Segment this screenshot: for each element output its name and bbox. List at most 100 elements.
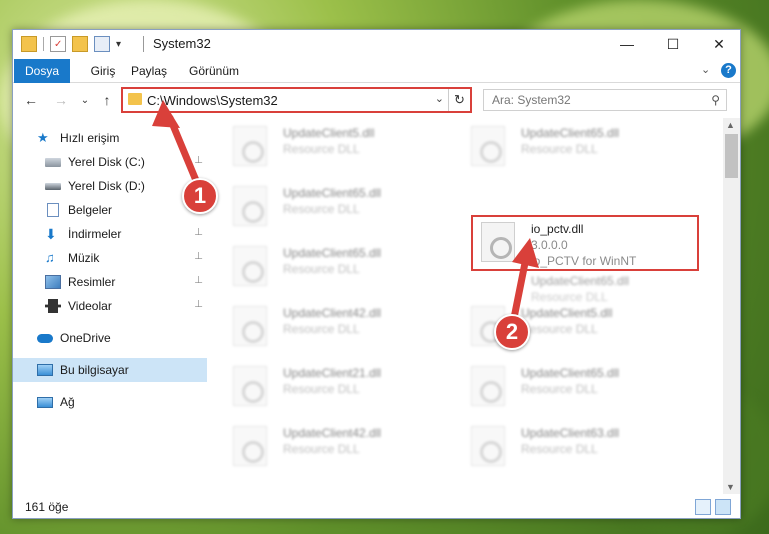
- forward-button[interactable]: →: [51, 90, 71, 110]
- file-item[interactable]: UpdateClient42.dll Resource DLL: [229, 420, 459, 470]
- file-name: UpdateClient42.dll: [283, 426, 382, 440]
- details-view-icon[interactable]: [695, 499, 711, 515]
- expand-ribbon-icon[interactable]: ⌄: [701, 63, 710, 76]
- separator: [43, 37, 44, 51]
- file-item[interactable]: UpdateClient65.dll Resource DLL: [467, 120, 697, 170]
- music-icon: ♫: [45, 250, 55, 265]
- ribbon-tabs: Dosya Giriş Paylaş Görünüm ⌄ ?: [13, 59, 740, 83]
- sidebar-item-label: Yerel Disk (C:): [68, 155, 145, 169]
- dll-file-icon: [471, 366, 505, 406]
- file-description: Resource DLL: [521, 382, 598, 396]
- cloud-icon: [37, 333, 53, 343]
- dll-file-icon: [233, 426, 267, 466]
- sidebar-item-local-disk-c[interactable]: Yerel Disk (C:) ⊥: [13, 150, 207, 174]
- file-description: Resource DLL: [283, 142, 360, 156]
- file-item[interactable]: UpdateClient63.dll Resource DLL: [467, 420, 697, 470]
- videos-icon: [45, 299, 61, 313]
- file-name: UpdateClient21.dll: [283, 366, 382, 380]
- sidebar-item-quick-access[interactable]: ★ Hızlı erişim: [13, 126, 207, 150]
- sidebar-item-label: Videolar: [68, 299, 112, 313]
- sidebar-item-label: İndirmeler: [68, 227, 122, 241]
- up-button[interactable]: ↑: [97, 90, 117, 110]
- file-description: Resource DLL: [283, 262, 360, 276]
- folder-icon: [21, 36, 37, 52]
- folder-icon: [128, 93, 142, 105]
- file-item[interactable]: UpdateClient21.dll Resource DLL: [229, 360, 459, 410]
- minimize-button[interactable]: —: [604, 30, 650, 58]
- tab-share[interactable]: Paylaş: [131, 59, 167, 83]
- sidebar-item-downloads[interactable]: ⬇ İndirmeler ⊥: [13, 222, 207, 246]
- tab-view[interactable]: Görünüm: [187, 59, 241, 83]
- sidebar-item-onedrive[interactable]: OneDrive: [13, 326, 207, 350]
- file-description: Resource DLL: [521, 442, 598, 456]
- properties-icon[interactable]: ✓: [50, 36, 66, 52]
- large-icons-view-icon[interactable]: [715, 499, 731, 515]
- file-item[interactable]: UpdateClient5.dll Resource DLL: [229, 120, 459, 170]
- tab-file[interactable]: Dosya: [14, 59, 70, 83]
- sidebar-item-videos[interactable]: Videolar ⊥: [13, 294, 207, 318]
- pin-icon[interactable]: ⊥: [194, 251, 203, 262]
- file-description: Resource DLL: [283, 202, 360, 216]
- dll-file-icon: [233, 126, 267, 166]
- sidebar-item-this-pc[interactable]: Bu bilgisayar: [13, 358, 207, 382]
- sidebar-item-local-disk-d[interactable]: Yerel Disk (D:): [13, 174, 207, 198]
- file-item[interactable]: UpdateClient65.dll Resource DLL: [229, 240, 459, 290]
- file-description: Resource DLL: [521, 142, 598, 156]
- file-name: UpdateClient65.dll: [521, 366, 620, 380]
- file-item[interactable]: UpdateClient42.dll Resource DLL: [229, 300, 459, 350]
- recent-locations-button[interactable]: ⌄: [75, 90, 95, 110]
- documents-icon: [47, 203, 59, 217]
- explorer-window: ✓ ▾ System32 — ☐ ✕ Dosya Giriş Paylaş Gö…: [12, 29, 741, 519]
- file-name: UpdateClient5.dll: [283, 126, 375, 140]
- title-separator: [143, 36, 144, 52]
- sidebar-item-label: OneDrive: [60, 331, 111, 345]
- file-name: UpdateClient65.dll: [283, 186, 382, 200]
- status-bar: 161 öğe: [13, 496, 740, 518]
- help-icon[interactable]: ?: [721, 63, 736, 78]
- search-input[interactable]: Ara: System32 ⚲: [483, 89, 727, 111]
- file-item[interactable]: UpdateClient65.dll Resource DLL: [467, 238, 697, 304]
- back-button[interactable]: ←: [21, 90, 41, 110]
- file-description: Resource DLL: [521, 322, 598, 336]
- view-options-icon[interactable]: [94, 36, 110, 52]
- file-description: Resource DLL: [283, 382, 360, 396]
- scroll-thumb[interactable]: [725, 134, 738, 178]
- step-marker-1: 1: [182, 178, 218, 214]
- sidebar-item-pictures[interactable]: Resimler ⊥: [13, 270, 207, 294]
- maximize-button[interactable]: ☐: [650, 30, 696, 58]
- tab-home[interactable]: Giriş: [85, 59, 121, 83]
- window-title: System32: [153, 36, 211, 51]
- quick-access-toolbar: ✓ ▾: [21, 34, 121, 54]
- computer-icon: [37, 364, 53, 376]
- sidebar-item-documents[interactable]: Belgeler ⊥: [13, 198, 207, 222]
- dll-file-icon: [471, 126, 505, 166]
- file-name: UpdateClient65.dll: [521, 126, 620, 140]
- scroll-down-icon[interactable]: ▼: [726, 482, 735, 492]
- search-icon[interactable]: ⚲: [711, 93, 720, 107]
- pin-icon[interactable]: ⊥: [194, 227, 203, 238]
- address-bar[interactable]: C:\Windows\System32 ⌄ ↻: [121, 87, 472, 113]
- pin-icon[interactable]: ⊥: [194, 299, 203, 310]
- sidebar-item-music[interactable]: ♫ Müzik ⊥: [13, 246, 207, 270]
- file-item[interactable]: UpdateClient65.dll Resource DLL: [229, 180, 459, 230]
- sidebar-item-network[interactable]: Ağ: [13, 390, 207, 414]
- vertical-scrollbar[interactable]: ▲ ▼: [723, 118, 740, 494]
- file-item[interactable]: UpdateClient65.dll Resource DLL: [467, 360, 697, 410]
- file-list: UpdateClient5.dll Resource DLL UpdateCli…: [221, 120, 723, 492]
- address-dropdown-icon[interactable]: ⌄: [435, 92, 444, 105]
- refresh-button[interactable]: ↻: [448, 89, 470, 111]
- close-button[interactable]: ✕: [696, 30, 742, 58]
- pin-icon[interactable]: ⊥: [194, 275, 203, 286]
- dll-file-icon: [233, 186, 267, 226]
- sidebar-item-label: Resimler: [68, 275, 116, 289]
- dll-file-icon: [233, 246, 267, 286]
- address-path[interactable]: C:\Windows\System32: [147, 93, 278, 108]
- pin-icon[interactable]: ⊥: [194, 155, 203, 166]
- navigation-bar: ← → ⌄ ↑ C:\Windows\System32 ⌄ ↻ Ara: Sys…: [13, 84, 740, 116]
- dll-file-icon: [233, 306, 267, 346]
- new-folder-icon[interactable]: [72, 36, 88, 52]
- scroll-up-icon[interactable]: ▲: [726, 120, 735, 130]
- customize-chevron-icon[interactable]: ▾: [116, 39, 121, 50]
- sidebar-item-label: Yerel Disk (D:): [68, 179, 145, 193]
- step-marker-2: 2: [494, 314, 530, 350]
